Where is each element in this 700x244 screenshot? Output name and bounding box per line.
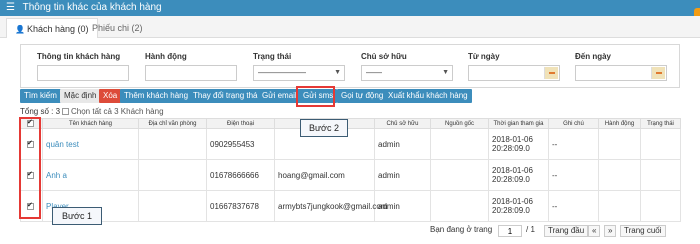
pager-total: / 1	[526, 225, 535, 234]
panel-title: Thông tin khác của khách hàng	[22, 2, 162, 13]
cell-status	[640, 128, 681, 160]
to-date-input[interactable]	[575, 65, 667, 81]
table-row[interactable]: quân test 0902955453 admin 2018-01-06 20…	[20, 128, 681, 160]
change-status-button[interactable]: Thay đổi trạng thái	[189, 89, 264, 103]
status-select[interactable]: —————— ▼	[253, 65, 345, 81]
owner-selected: ——	[366, 68, 382, 77]
send-email-button[interactable]: Gửi email	[258, 89, 301, 103]
col-header: Địa chỉ văn phòng	[138, 118, 207, 129]
chevron-down-icon: ▼	[442, 69, 449, 76]
customer-link[interactable]: quân test	[46, 140, 79, 149]
cell-note: --	[548, 190, 599, 222]
col-header: Nguồn gốc	[430, 118, 489, 129]
select-all[interactable]: Chọn tất cả 3 Khách hàng	[62, 107, 164, 116]
step2-callout: Bước 2	[300, 119, 348, 137]
customer-info-label: Thông tin khách hàng	[37, 52, 121, 61]
cell-office	[138, 190, 207, 222]
auto-call-button[interactable]: Gọi tự động	[337, 89, 388, 103]
cell-joined: 2018-01-06 20:28:09.0	[488, 128, 549, 160]
cell-action	[598, 159, 641, 191]
col-header: Điện thoại	[206, 118, 275, 129]
table-row[interactable]: Anh a 01678666666 hoang@gmail.com admin …	[20, 159, 681, 191]
tab-payment-slips-label: Phiếu chi (2)	[92, 23, 143, 33]
status-label: Trạng thái	[253, 52, 292, 61]
cell-phone: 01678666666	[206, 159, 275, 191]
cell-action	[598, 190, 641, 222]
cell-joined: 2018-01-06 20:28:09.0	[488, 190, 549, 222]
customer-table: Tên khách hàng Địa chỉ văn phòng Điện th…	[20, 118, 681, 222]
action-label: Hành động	[145, 52, 187, 61]
select-all-label: Chọn tất cả 3 Khách hàng	[71, 107, 164, 116]
cell-owner: admin	[374, 190, 431, 222]
action-input[interactable]	[145, 65, 237, 81]
delete-button[interactable]: Xóa	[99, 89, 122, 103]
cell-action	[598, 128, 641, 160]
first-page-button[interactable]: Trang đầu	[544, 225, 589, 237]
cell-office	[138, 159, 207, 191]
from-date-input[interactable]	[468, 65, 560, 81]
col-header: Tên khách hàng	[42, 118, 139, 129]
prev-page-button[interactable]: «	[588, 225, 601, 237]
step1-callout: Bước 1	[52, 207, 102, 225]
cell-status	[640, 190, 681, 222]
export-customers-button[interactable]: Xuất khẩu khách hàng	[384, 89, 472, 103]
cell-source	[430, 159, 489, 191]
cell-email: hoang@gmail.com	[274, 159, 375, 191]
cell-office	[138, 128, 207, 160]
status-selected: ——————	[258, 68, 306, 77]
customer-info-input[interactable]	[37, 65, 129, 81]
checkbox-icon[interactable]	[62, 108, 69, 115]
col-header: Thời gian tham gia	[488, 118, 549, 129]
checkbox-column-highlight	[19, 117, 41, 219]
next-page-button[interactable]: »	[604, 225, 617, 237]
calendar-icon[interactable]	[544, 67, 558, 79]
pager-label: Bạn đang ở trang	[430, 225, 493, 234]
search-button[interactable]: Tìm kiếm	[20, 89, 61, 103]
tab-customers-label: Khách hàng (0)	[26, 24, 89, 34]
col-header: Trạng thái	[640, 118, 681, 129]
cell-name[interactable]: quân test	[42, 128, 139, 160]
to-date-label: Đến ngày	[575, 52, 612, 61]
cell-joined: 2018-01-06 20:28:09.0	[488, 159, 549, 191]
owner-select[interactable]: —— ▼	[361, 65, 453, 81]
cell-source	[430, 128, 489, 160]
sms-highlight	[296, 86, 335, 107]
panel-header: ☰ Thông tin khác của khách hàng	[0, 0, 700, 16]
cell-phone: 01667837678	[206, 190, 275, 222]
page-number-input[interactable]	[498, 225, 522, 237]
table-header-row: Tên khách hàng Địa chỉ văn phòng Điện th…	[20, 118, 681, 129]
tab-payment-slips[interactable]: Phiếu chi (2)	[84, 18, 151, 38]
cell-owner: admin	[374, 159, 431, 191]
chevron-down-icon: ▼	[334, 69, 341, 76]
last-page-button[interactable]: Trang cuối	[620, 225, 666, 237]
table-row[interactable]: Player 01667837678 armybts7jungkook@gmai…	[20, 190, 681, 222]
add-customer-button[interactable]: Thêm khách hàng	[120, 89, 193, 103]
total-count: Tổng số : 3	[20, 107, 61, 116]
cell-status	[640, 159, 681, 191]
owner-label: Chủ sở hữu	[361, 52, 407, 61]
calendar-icon[interactable]	[651, 67, 665, 79]
default-button[interactable]: Mặc định	[60, 89, 101, 103]
menu-icon[interactable]: ☰	[6, 0, 16, 16]
from-date-label: Từ ngày	[468, 52, 500, 61]
cell-phone: 0902955453	[206, 128, 275, 160]
col-header: Ghi chú	[548, 118, 599, 129]
pagination: Bạn đang ở trang / 1 Trang đầu « » Trang…	[430, 225, 680, 239]
user-icon: 👤	[15, 25, 25, 34]
tab-bar: 👤 Khách hàng (0) Phiếu chi (2)	[0, 16, 700, 38]
cell-name[interactable]: Anh a	[42, 159, 139, 191]
col-header: Hành động	[598, 118, 641, 129]
cell-email: armybts7jungkook@gmail.com	[274, 190, 388, 222]
cell-note: --	[548, 159, 599, 191]
cell-source	[430, 190, 489, 222]
cell-note: --	[548, 128, 599, 160]
cell-owner: admin	[374, 128, 431, 160]
customer-link[interactable]: Anh a	[46, 171, 67, 180]
col-header: Chủ sở hữu	[374, 118, 431, 129]
